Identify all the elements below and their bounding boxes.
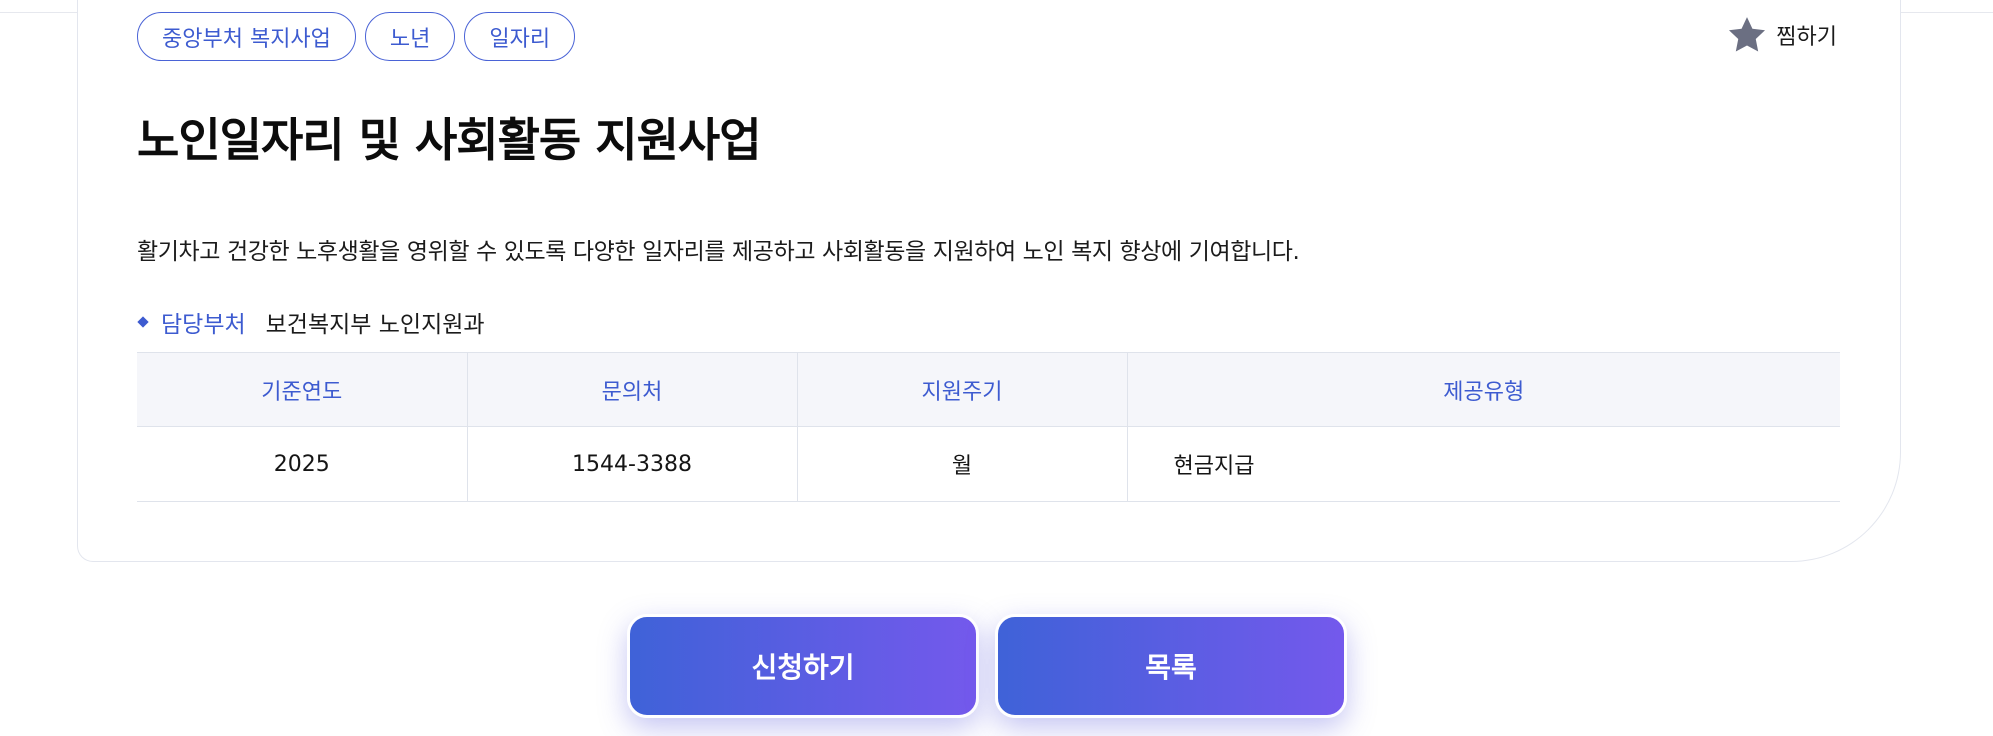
table-row: 2025 1544-3388 월 현금지급 bbox=[137, 426, 1840, 502]
program-description: 활기차고 건강한 노후생활을 영위할 수 있도록 다양한 일자리를 제공하고 사… bbox=[137, 239, 1300, 265]
department-value: 보건복지부 노인지원과 bbox=[265, 312, 485, 338]
cell-provision-type: 현금지급 bbox=[1126, 426, 1840, 502]
tag-jobs[interactable]: 일자리 bbox=[464, 12, 576, 61]
cell-contact: 1544-3388 bbox=[466, 426, 797, 502]
header-provision-type: 제공유형 bbox=[1126, 352, 1840, 427]
header-contact: 문의처 bbox=[466, 352, 797, 427]
diamond-bullet-icon bbox=[137, 316, 149, 328]
favorite-button[interactable]: 찜하기 bbox=[1726, 14, 1837, 56]
page-title: 노인일자리 및 사회활동 지원사업 bbox=[137, 113, 762, 167]
program-info-table: 기준연도 문의처 지원주기 제공유형 2025 1544-3388 월 현금지급 bbox=[137, 352, 1840, 502]
tag-senior[interactable]: 노년 bbox=[364, 12, 456, 61]
department-label: 담당부처 bbox=[161, 312, 246, 338]
header-base-year: 기준연도 bbox=[137, 352, 467, 427]
table-header-row: 기준연도 문의처 지원주기 제공유형 bbox=[137, 352, 1840, 427]
header-support-cycle: 지원주기 bbox=[796, 352, 1127, 427]
department-info: 담당부처 보건복지부 노인지원과 bbox=[137, 305, 485, 339]
tag-central-ministry[interactable]: 중앙부처 복지사업 bbox=[137, 12, 356, 61]
cell-base-year: 2025 bbox=[273, 451, 330, 477]
favorite-label: 찜하기 bbox=[1776, 25, 1837, 50]
tag-list: 중앙부처 복지사업 노년 일자리 bbox=[137, 12, 576, 61]
apply-button[interactable]: 신청하기 bbox=[627, 614, 979, 718]
star-icon bbox=[1729, 17, 1766, 52]
cell-support-cycle: 월 bbox=[796, 426, 1127, 502]
list-button[interactable]: 목록 bbox=[995, 614, 1347, 718]
